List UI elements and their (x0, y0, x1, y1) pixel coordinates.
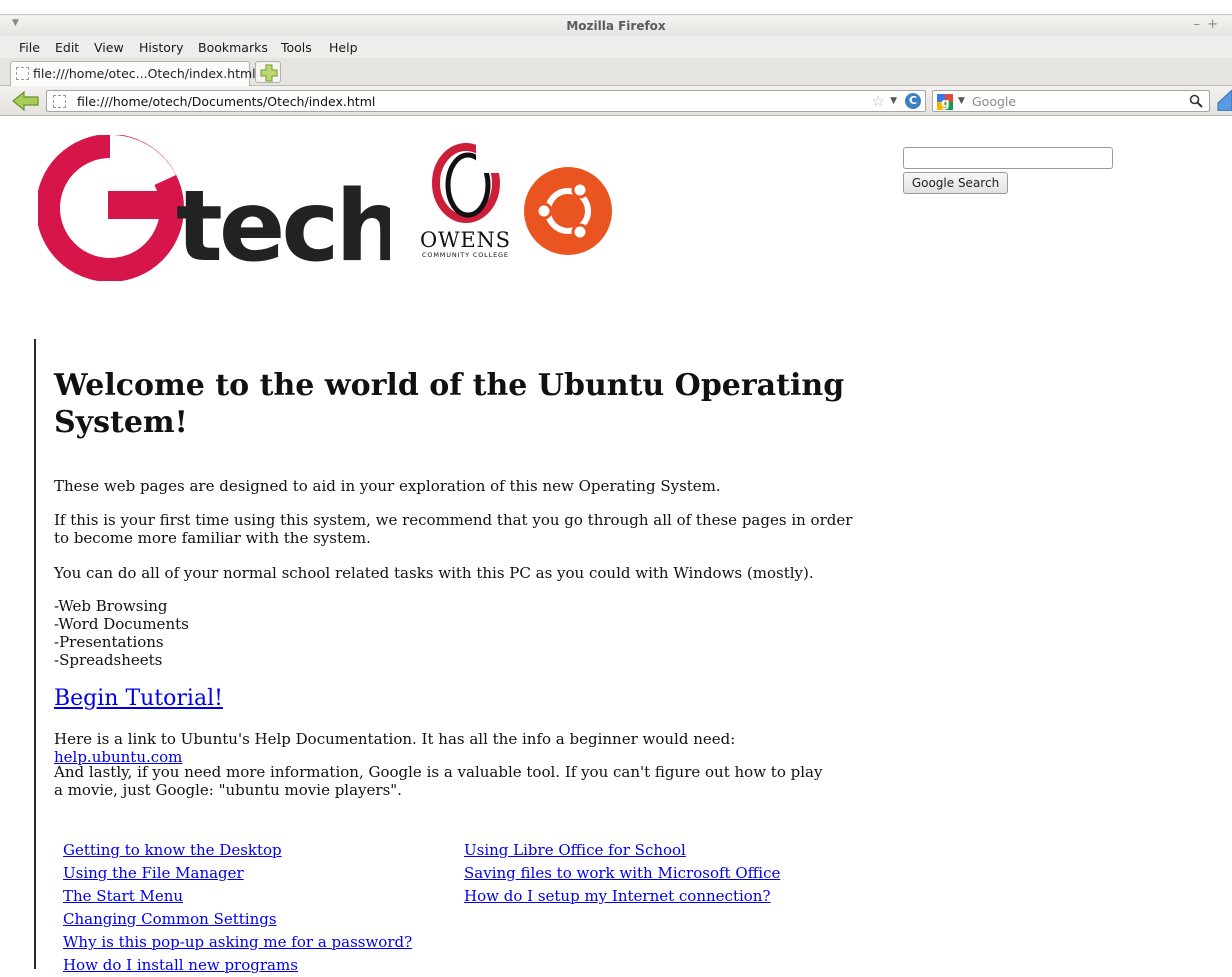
tab-label: file:///home/otec...Otech/index.html (33, 66, 256, 81)
link-microsoft-office[interactable]: Saving files to work with Microsoft Offi… (464, 862, 780, 885)
owens-logo-name: OWENS (420, 228, 510, 252)
first-time-paragraph: If this is your first time using this sy… (54, 511, 853, 547)
search-bar[interactable]: g ▼ Google (932, 90, 1210, 112)
intro-paragraph: These web pages are designed to aid in y… (54, 477, 721, 495)
page-title-line1: Welcome to the world of the Ubuntu Opera… (54, 368, 845, 403)
link-password-popup[interactable]: Why is this pop-up asking me for a passw… (63, 931, 412, 954)
link-internet-connection[interactable]: How do I setup my Internet connection? (464, 885, 780, 908)
google-tip-paragraph: And lastly, if you need more information… (54, 763, 823, 799)
link-file-manager[interactable]: Using the File Manager (63, 862, 412, 885)
task-item: -Web Browsing (54, 597, 168, 615)
menu-file[interactable]: File (19, 40, 40, 55)
reload-icon[interactable]: C (905, 93, 921, 109)
tutorial-links-left: Getting to know the Desktop Using the Fi… (63, 839, 412, 977)
tab-index-html[interactable]: file:///home/otec...Otech/index.html (10, 61, 256, 86)
link-common-settings[interactable]: Changing Common Settings (63, 908, 412, 931)
menu-history[interactable]: History (139, 40, 183, 55)
menu-edit[interactable]: Edit (55, 40, 79, 55)
main-article: Welcome to the world of the Ubuntu Opera… (54, 367, 854, 799)
left-border-rule (34, 339, 36, 969)
ubuntu-logo (524, 167, 612, 255)
menu-tools[interactable]: Tools (281, 40, 312, 55)
new-tab-button[interactable] (255, 61, 281, 83)
link-libre-office[interactable]: Using Libre Office for School (464, 839, 780, 862)
owens-logo-sub: COMMUNITY COLLEGE (422, 251, 508, 259)
maximize-icon[interactable]: + (1207, 17, 1218, 32)
back-arrow-icon (12, 90, 39, 112)
otech-logo-text: tech (176, 170, 390, 281)
owens-college-logo: OWENS COMMUNITY COLLEGE (420, 143, 510, 259)
engine-dropdown-icon[interactable]: ▼ (958, 96, 965, 106)
tutorial-links-right: Using Libre Office for School Saving fil… (464, 839, 780, 908)
svg-text:g: g (941, 96, 950, 110)
home-icon[interactable] (1216, 89, 1232, 111)
task-list: -Web Browsing -Word Documents -Presentat… (54, 597, 189, 669)
minimize-icon[interactable]: – (1194, 17, 1201, 32)
link-getting-to-know-desktop[interactable]: Getting to know the Desktop (63, 839, 412, 862)
window-titlebar: ▼ Mozilla Firefox – + (0, 14, 1232, 36)
menu-bar: File Edit View History Bookmarks Tools H… (0, 36, 1232, 58)
otech-logo: tech (38, 135, 390, 281)
url-history-dropdown-icon[interactable]: ▼ (890, 96, 897, 106)
task-item: -Spreadsheets (54, 651, 163, 669)
begin-tutorial-link[interactable]: Begin Tutorial! (54, 686, 223, 711)
magnifier-icon[interactable] (1189, 94, 1203, 108)
window-title: Mozilla Firefox (566, 19, 666, 33)
google-search-button[interactable]: Google Search (903, 172, 1008, 194)
navigation-toolbar: file:///home/otech/Documents/Otech/index… (0, 86, 1232, 116)
menu-help[interactable]: Help (329, 40, 358, 55)
link-start-menu[interactable]: The Start Menu (63, 885, 412, 908)
google-engine-icon[interactable]: g (937, 94, 953, 110)
help-docs-text: Here is a link to Ubuntu's Help Document… (54, 730, 736, 748)
url-bar[interactable]: file:///home/otech/Documents/Otech/index… (46, 90, 926, 112)
google-search-input[interactable] (903, 147, 1113, 169)
bookmark-star-icon[interactable]: ☆ (872, 92, 885, 110)
page-title-line2: System! (54, 405, 188, 440)
plus-icon (260, 64, 278, 82)
back-button[interactable] (10, 89, 42, 113)
link-install-programs[interactable]: How do I install new programs (63, 954, 412, 977)
page-favicon-icon (16, 67, 29, 80)
help-docs-paragraph: Here is a link to Ubuntu's Help Document… (54, 730, 854, 766)
page-content: tech OWENS COMMUNITY COLLEGE Google Sear… (0, 117, 1232, 974)
menu-view[interactable]: View (94, 40, 124, 55)
task-item: -Word Documents (54, 615, 189, 633)
tasks-paragraph: You can do all of your normal school rel… (54, 564, 814, 582)
site-identity-icon[interactable] (53, 95, 66, 108)
page-title: Welcome to the world of the Ubuntu Opera… (54, 367, 854, 441)
url-text[interactable]: file:///home/otech/Documents/Otech/index… (77, 94, 375, 109)
tab-bar: file:///home/otec...Otech/index.html (0, 58, 1232, 86)
search-placeholder[interactable]: Google (972, 94, 1016, 109)
task-item: -Presentations (54, 633, 164, 651)
menu-bookmarks[interactable]: Bookmarks (198, 40, 268, 55)
